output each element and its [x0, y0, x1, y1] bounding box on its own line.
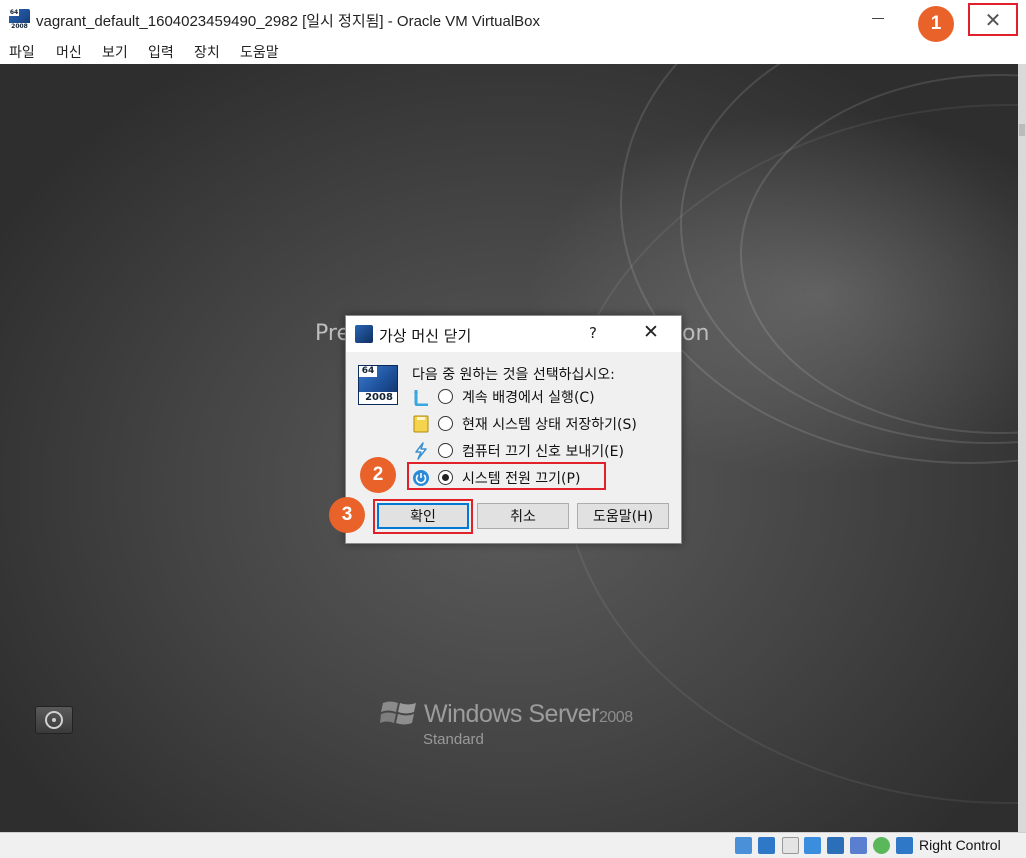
shared-folders-icon[interactable] — [827, 837, 844, 854]
dialog-prompt: 다음 중 원하는 것을 선택하십시오: — [412, 367, 615, 383]
radio-continue-background[interactable] — [438, 389, 453, 404]
logo-year: 2008 — [359, 392, 397, 404]
close-icon: ✕ — [984, 7, 1002, 32]
option-label: 현재 시스템 상태 저장하기(S) — [462, 417, 637, 433]
radio-save-state[interactable] — [438, 416, 453, 431]
network-icon[interactable] — [758, 837, 775, 854]
option-label: 컴퓨터 끄기 신호 보내기(E) — [462, 444, 624, 460]
host-key-label: Right Control — [919, 837, 1001, 853]
option-label: 시스템 전원 끄기(P) — [462, 471, 581, 487]
close-vm-dialog: 가상 머신 닫기 ? ✕ 64 2008 다음 중 원하는 것을 선택하십시오:… — [345, 315, 682, 544]
option-label: 계속 배경에서 실행(C) — [462, 390, 595, 406]
logo-badge: 64 — [359, 366, 377, 377]
cancel-button[interactable]: 취소 — [477, 503, 569, 529]
step-badge-3: 3 — [329, 497, 365, 533]
radio-power-off[interactable] — [438, 470, 453, 485]
scrollbar-thumb[interactable] — [1019, 124, 1025, 136]
dialog-help-button[interactable]: ? — [589, 324, 597, 342]
window-title-bar[interactable]: 64 2008 vagrant_default_1604023459490_29… — [0, 0, 1026, 38]
display-icon[interactable] — [804, 837, 821, 854]
host-key-arrow-icon — [896, 837, 913, 854]
brand-version: 2008 — [599, 709, 633, 726]
virtualbox-vm-icon: 64 2008 — [9, 9, 30, 30]
ease-of-access-button[interactable] — [35, 706, 73, 734]
menu-input[interactable]: 입력 — [148, 42, 174, 62]
menu-bar: 파일 머신 보기 입력 장치 도움말 — [0, 38, 1026, 64]
windows-flag-icon — [380, 701, 416, 725]
window-close-button[interactable]: ✕ — [968, 3, 1018, 36]
menu-devices[interactable]: 장치 — [194, 42, 220, 62]
status-bar: Right Control — [0, 832, 1026, 858]
menu-file[interactable]: 파일 — [9, 42, 35, 62]
hard-disk-icon[interactable] — [735, 837, 752, 854]
app-icon-year: 2008 — [9, 23, 30, 30]
app-icon-badge: 64 — [9, 9, 19, 16]
background-run-icon — [414, 390, 428, 406]
dialog-vm-icon — [355, 325, 373, 343]
vt-x-icon[interactable] — [850, 837, 867, 854]
acpi-shutdown-icon — [415, 442, 427, 460]
step-badge-1: 1 — [918, 6, 954, 42]
minimize-button[interactable] — [872, 18, 884, 19]
dialog-close-button[interactable]: ✕ — [643, 321, 659, 343]
windows-edition: Standard — [423, 731, 484, 748]
radio-send-shutdown-signal[interactable] — [438, 443, 453, 458]
windows-server-brand: Windows Server2008 — [424, 700, 633, 729]
usb-icon[interactable] — [782, 837, 799, 854]
dialog-title: 가상 머신 닫기 — [379, 327, 472, 345]
menu-help[interactable]: 도움말 — [240, 42, 279, 62]
power-off-icon — [413, 470, 429, 486]
recording-icon[interactable] — [873, 837, 890, 854]
window-title: vagrant_default_1604023459490_2982 [일시 정… — [36, 13, 541, 30]
brand-name: Windows Server — [424, 700, 600, 728]
save-state-icon — [413, 415, 429, 433]
press-ctrl-alt-del-text-right: on — [682, 321, 710, 346]
help-button[interactable]: 도움말(H) — [577, 503, 669, 529]
ease-of-access-icon — [45, 711, 63, 729]
vertical-scrollbar[interactable] — [1018, 64, 1026, 832]
menu-view[interactable]: 보기 — [102, 42, 128, 62]
ok-button[interactable]: 확인 — [377, 503, 469, 529]
menu-machine[interactable]: 머신 — [56, 42, 82, 62]
windows-2008-64bit-logo: 64 2008 — [358, 365, 398, 405]
step-badge-2: 2 — [360, 457, 396, 493]
dialog-title-bar[interactable]: 가상 머신 닫기 ? ✕ — [346, 316, 681, 352]
